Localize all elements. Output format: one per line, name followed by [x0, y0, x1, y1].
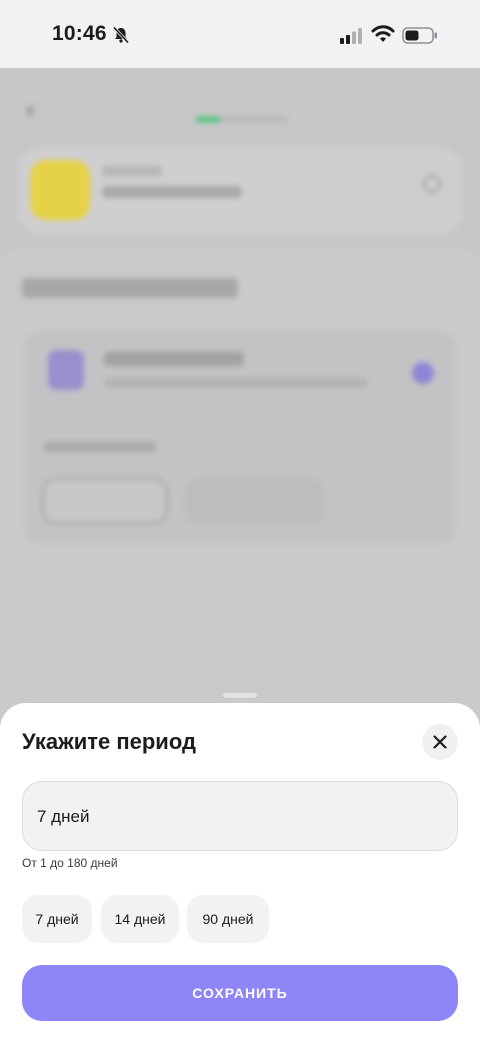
option-title-placeholder — [104, 352, 244, 366]
period-input[interactable] — [37, 804, 437, 830]
battery-icon — [402, 27, 437, 44]
signal-icon — [340, 28, 362, 44]
option-desc-placeholder — [104, 378, 368, 388]
period-label-placeholder — [44, 442, 156, 452]
step-progress-bar — [196, 117, 288, 122]
autopay-heading-placeholder — [22, 278, 238, 298]
radio-icon — [412, 362, 434, 384]
sheet-title: Укажите период — [22, 729, 196, 754]
close-icon — [433, 735, 447, 749]
schedule-option-card — [24, 330, 456, 544]
save-button[interactable]: СОХРАНИТЬ — [22, 965, 458, 1021]
wifi-icon — [371, 25, 395, 42]
back-chevron-icon: ‹ — [26, 94, 35, 124]
period-bottom-sheet: Укажите период От 1 до 180 дней 7 дней 1… — [0, 703, 480, 1043]
close-button[interactable] — [422, 724, 458, 760]
period-chip-placeholder — [42, 478, 168, 524]
chip-7-days[interactable]: 7 дней — [22, 895, 92, 943]
calendar-icon — [48, 350, 84, 390]
chip-90-days[interactable]: 90 дней — [187, 895, 269, 943]
chip-14-days[interactable]: 14 дней — [101, 895, 179, 943]
account-name-placeholder — [102, 166, 162, 176]
period-field[interactable] — [22, 781, 458, 851]
period-hint: От 1 до 180 дней — [22, 856, 118, 870]
operator-logo — [30, 160, 90, 220]
period-chip-placeholder — [184, 478, 324, 524]
account-card — [18, 148, 462, 234]
sheet-drag-handle[interactable] — [223, 693, 257, 698]
edit-icon — [420, 172, 444, 196]
status-time: 10:46 — [52, 22, 107, 45]
bell-slash-icon — [112, 26, 130, 44]
status-bar: 10:46 — [0, 0, 480, 68]
account-number-placeholder — [102, 186, 242, 198]
